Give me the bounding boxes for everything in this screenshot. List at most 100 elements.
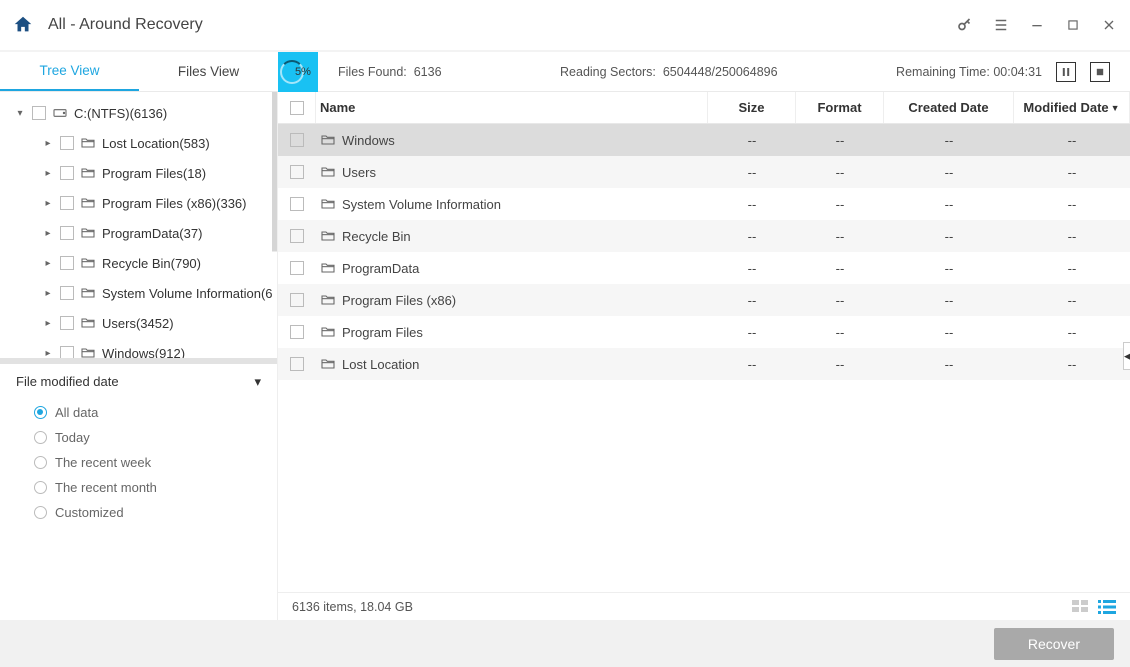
radio[interactable] (34, 506, 47, 519)
table-row[interactable]: ProgramData-------- (278, 252, 1130, 284)
checkbox[interactable] (60, 226, 74, 240)
radio[interactable] (34, 431, 47, 444)
key-icon[interactable] (956, 16, 974, 34)
row-format: -- (796, 261, 884, 276)
row-checkbox[interactable] (290, 229, 304, 243)
row-size: -- (708, 261, 796, 276)
radio[interactable] (34, 406, 47, 419)
table-row[interactable]: Recycle Bin-------- (278, 220, 1130, 252)
tree-item[interactable]: ▸ Program Files(18) (0, 158, 277, 188)
expand-preview-tab[interactable]: ◀ (1123, 342, 1130, 370)
grid-view-icon[interactable] (1072, 600, 1090, 614)
row-checkbox[interactable] (290, 293, 304, 307)
tree-item[interactable]: ▸ Lost Location(583) (0, 128, 277, 158)
row-checkbox[interactable] (290, 133, 304, 147)
row-modified: -- (1014, 325, 1130, 340)
checkbox[interactable] (60, 346, 74, 360)
chevron-right-icon[interactable]: ▸ (42, 288, 54, 299)
filter-option[interactable]: All data (16, 400, 261, 425)
filter-option-label: Customized (55, 505, 124, 520)
row-checkbox[interactable] (290, 165, 304, 179)
column-size[interactable]: Size (708, 92, 796, 123)
filter-option-label: The recent week (55, 455, 151, 470)
row-modified: -- (1014, 229, 1130, 244)
stop-button[interactable] (1090, 62, 1110, 82)
list-view-icon[interactable] (1098, 600, 1116, 614)
chevron-right-icon[interactable]: ▸ (42, 318, 54, 329)
row-checkbox[interactable] (290, 325, 304, 339)
folder-icon (320, 228, 336, 244)
tab-files-view[interactable]: Files View (139, 52, 278, 91)
tree-root[interactable]: ▾ C:(NTFS)(6136) (0, 98, 277, 128)
tree-item[interactable]: ▸System Volume Information(6 (0, 278, 277, 308)
folder-icon (80, 195, 96, 211)
tree-item[interactable]: ▸Program Files (x86)(336) (0, 188, 277, 218)
radio[interactable] (34, 456, 47, 469)
chevron-right-icon[interactable]: ▸ (42, 258, 54, 269)
row-format: -- (796, 165, 884, 180)
checkbox[interactable] (60, 136, 74, 150)
checkbox[interactable] (60, 166, 74, 180)
chevron-right-icon[interactable]: ▸ (42, 138, 54, 149)
chevron-right-icon[interactable]: ▸ (42, 198, 54, 209)
chevron-right-icon[interactable]: ▸ (42, 168, 54, 179)
chevron-right-icon[interactable]: ▸ (42, 348, 54, 359)
table-row[interactable]: Lost Location-------- (278, 348, 1130, 380)
chevron-down-icon: ▾ (254, 374, 261, 390)
column-modified[interactable]: Modified Date▼ (1014, 92, 1130, 123)
disk-icon (52, 105, 68, 121)
row-checkbox[interactable] (290, 357, 304, 371)
maximize-icon[interactable] (1064, 16, 1082, 34)
table-row[interactable]: Program Files (x86)-------- (278, 284, 1130, 316)
checkbox[interactable] (60, 256, 74, 270)
table-row[interactable]: System Volume Information-------- (278, 188, 1130, 220)
row-created: -- (884, 261, 1014, 276)
pause-button[interactable] (1056, 62, 1076, 82)
home-icon[interactable] (12, 14, 34, 36)
chevron-down-icon[interactable]: ▾ (14, 108, 26, 119)
table-row[interactable]: Windows-------- (278, 124, 1130, 156)
filter-header[interactable]: File modified date ▾ (16, 374, 261, 390)
filter-option[interactable]: The recent month (16, 475, 261, 500)
table-row[interactable]: Users-------- (278, 156, 1130, 188)
tree-item-label: Recycle Bin(790) (102, 256, 201, 271)
table-row[interactable]: Program Files-------- (278, 316, 1130, 348)
filter-option-label: All data (55, 405, 98, 420)
tree-item-label: Lost Location(583) (102, 136, 210, 151)
column-format[interactable]: Format (796, 92, 884, 123)
tree-item[interactable]: ▸ProgramData(37) (0, 218, 277, 248)
minimize-icon[interactable] (1028, 16, 1046, 34)
row-name: Windows (342, 133, 395, 148)
checkbox[interactable] (60, 196, 74, 210)
tree-item-label: Program Files(18) (102, 166, 206, 181)
folder-icon (80, 135, 96, 151)
remaining-time: Remaining Time: 00:04:31 (896, 65, 1042, 79)
checkbox[interactable] (60, 286, 74, 300)
checkbox[interactable] (60, 316, 74, 330)
menu-icon[interactable] (992, 16, 1010, 34)
tree-item[interactable]: ▸Windows(912) (0, 338, 277, 364)
app-title: All - Around Recovery (48, 16, 956, 34)
row-name: System Volume Information (342, 197, 501, 212)
column-name[interactable]: Name (316, 92, 708, 123)
checkbox[interactable] (32, 106, 46, 120)
filter-option[interactable]: The recent week (16, 450, 261, 475)
tab-tree-view[interactable]: Tree View (0, 52, 139, 91)
recover-button[interactable]: Recover (994, 628, 1114, 660)
folder-icon (80, 255, 96, 271)
row-name: Lost Location (342, 357, 419, 372)
row-created: -- (884, 325, 1014, 340)
radio[interactable] (34, 481, 47, 494)
tree-item[interactable]: ▸Users(3452) (0, 308, 277, 338)
tree-item[interactable]: ▸ Recycle Bin(790) (0, 248, 277, 278)
chevron-right-icon[interactable]: ▸ (42, 228, 54, 239)
filter-option[interactable]: Customized (16, 500, 261, 525)
column-created[interactable]: Created Date (884, 92, 1014, 123)
row-checkbox[interactable] (290, 261, 304, 275)
close-icon[interactable] (1100, 16, 1118, 34)
select-all-checkbox[interactable] (290, 101, 304, 115)
row-size: -- (708, 229, 796, 244)
row-checkbox[interactable] (290, 197, 304, 211)
filter-option[interactable]: Today (16, 425, 261, 450)
row-modified: -- (1014, 293, 1130, 308)
